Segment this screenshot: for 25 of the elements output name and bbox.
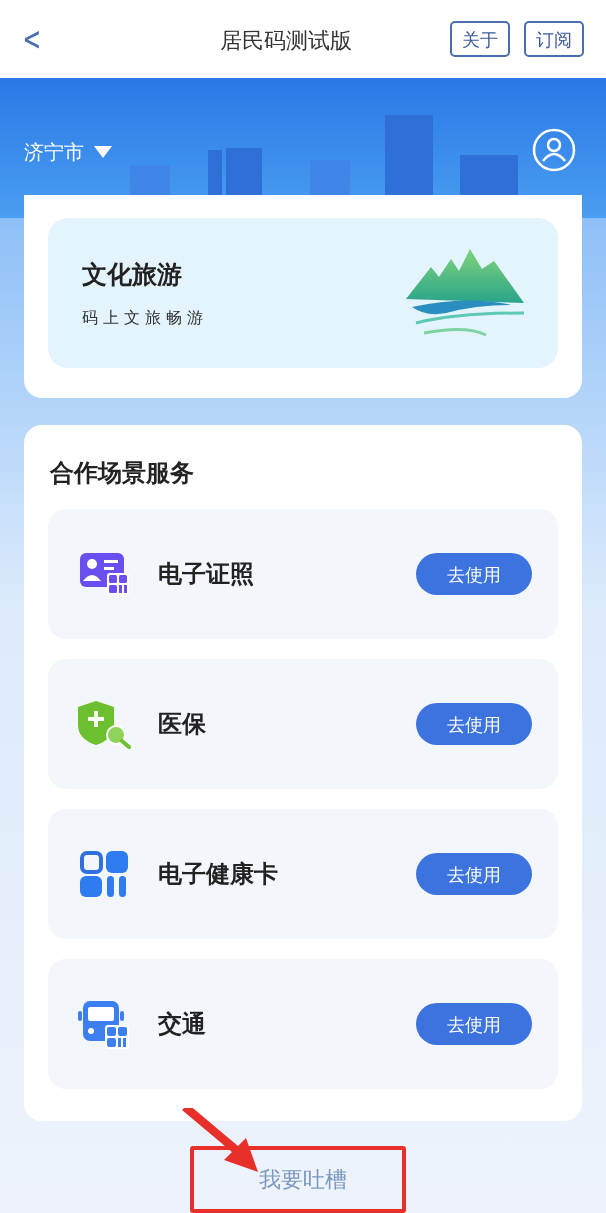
profile-button[interactable]	[532, 128, 576, 172]
service-name: 医保	[158, 709, 206, 740]
shield-search-icon	[76, 699, 132, 749]
service-name: 电子健康卡	[158, 859, 278, 890]
header-button[interactable]: 关于	[450, 21, 510, 57]
id-card-icon	[78, 551, 130, 597]
service-name: 电子证照	[158, 559, 254, 590]
user-icon	[532, 128, 576, 172]
card-title: 文化旅游	[82, 259, 183, 292]
section-title: 合作场景服务	[49, 458, 195, 489]
use-button[interactable]: 去使用	[416, 553, 532, 595]
card-subtitle: 码上文旅畅游	[82, 306, 208, 329]
use-button[interactable]: 去使用	[416, 853, 532, 895]
back-button[interactable]: <	[17, 21, 47, 57]
header-button[interactable]: 订阅	[524, 21, 584, 57]
use-button[interactable]: 去使用	[416, 1003, 532, 1045]
bus-icon	[77, 999, 131, 1049]
grid-icon	[79, 850, 129, 898]
tourism-card[interactable]: 文化旅游 码上文旅畅游	[48, 218, 558, 368]
use-button[interactable]: 去使用	[416, 703, 532, 745]
city-selector[interactable]: 济宁市	[24, 137, 112, 167]
service-name: 交通	[158, 1009, 206, 1040]
page-title: 居民码测试版	[220, 27, 352, 55]
caret-icon	[94, 146, 112, 158]
feedback-link[interactable]: 我要吐槽	[259, 1163, 347, 1196]
